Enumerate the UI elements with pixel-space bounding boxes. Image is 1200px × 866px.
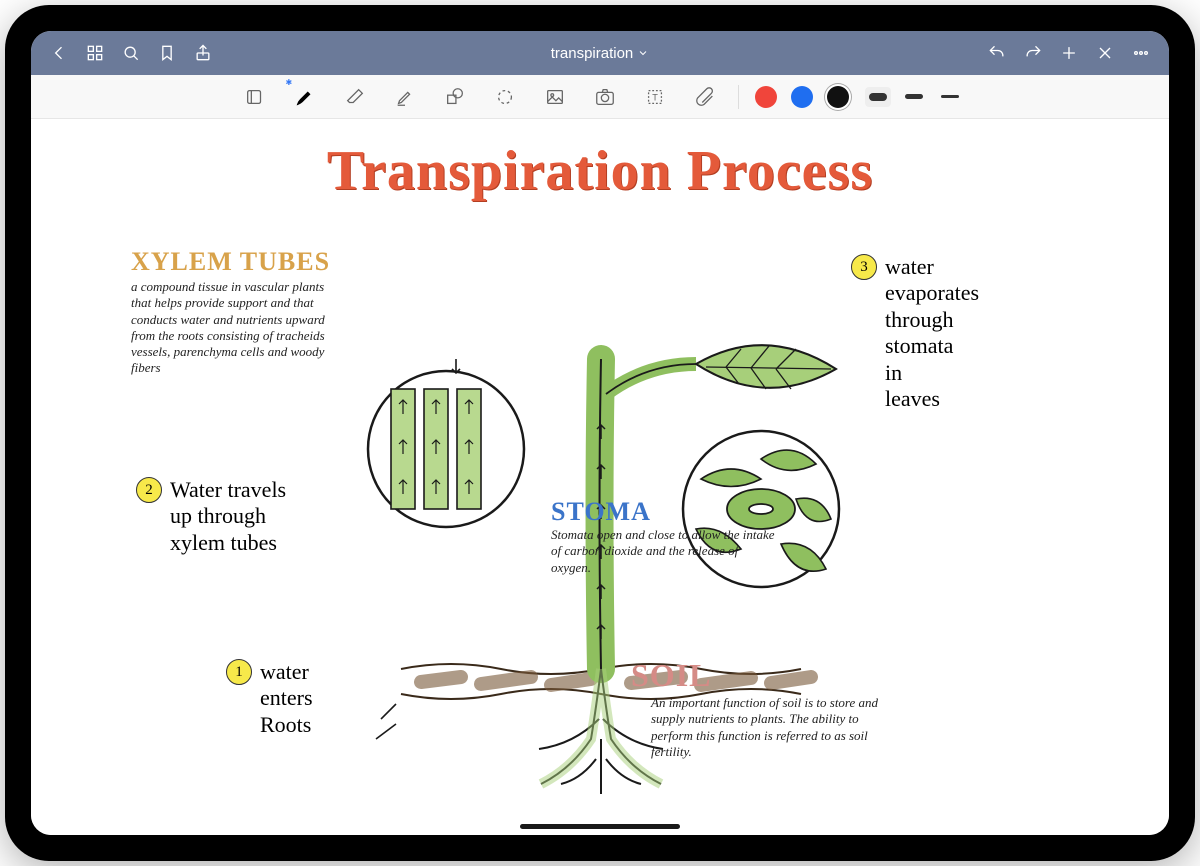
document-title-area[interactable]: transpiration: [223, 45, 977, 62]
close-button[interactable]: [1089, 37, 1121, 69]
soil-heading: SOIL: [631, 657, 711, 694]
attachment-tool[interactable]: [688, 80, 722, 114]
color-swatch-blue[interactable]: [791, 86, 813, 108]
bluetooth-indicator-icon: ✱: [286, 78, 293, 87]
step-2-badge: 2: [136, 477, 162, 503]
note-title: Transpiration Process: [31, 139, 1169, 203]
camera-tool[interactable]: [588, 80, 622, 114]
step-3-badge: 3: [851, 254, 877, 280]
image-tool[interactable]: [538, 80, 572, 114]
app-navbar: transpiration: [31, 31, 1169, 75]
stroke-width-thick[interactable]: [865, 87, 891, 107]
redo-button[interactable]: [1017, 37, 1049, 69]
highlighter-tool[interactable]: [388, 80, 422, 114]
add-button[interactable]: [1053, 37, 1085, 69]
color-swatch-black[interactable]: [827, 86, 849, 108]
shapes-tool[interactable]: [438, 80, 472, 114]
stroke-width-palette: [865, 87, 963, 107]
bookmark-button[interactable]: [151, 37, 183, 69]
screen: transpiration: [31, 31, 1169, 835]
undo-button[interactable]: [981, 37, 1013, 69]
stroke-width-medium[interactable]: [901, 87, 927, 107]
step-2-text: Water travels up through xylem tubes: [170, 477, 286, 556]
back-button[interactable]: [43, 37, 75, 69]
step-1: 1 water enters Roots: [226, 659, 313, 738]
ipad-device-frame: transpiration: [5, 5, 1195, 861]
color-palette: [755, 86, 849, 108]
stroke-width-thin[interactable]: [937, 87, 963, 107]
more-button[interactable]: [1125, 37, 1157, 69]
thumbnails-button[interactable]: [79, 37, 111, 69]
read-mode-tool[interactable]: [238, 80, 272, 114]
xylem-heading: XYLEM TUBES: [131, 247, 330, 277]
note-canvas[interactable]: Transpiration Process: [31, 119, 1169, 835]
text-tool[interactable]: T: [638, 80, 672, 114]
home-indicator[interactable]: [520, 824, 680, 829]
toolbar-divider: [738, 85, 739, 109]
share-button[interactable]: [187, 37, 219, 69]
step-1-text: water enters Roots: [260, 659, 313, 738]
document-title: transpiration: [551, 45, 634, 62]
xylem-description: a compound tissue in vascular plants tha…: [131, 279, 341, 377]
step-1-badge: 1: [226, 659, 252, 685]
tool-toolbar: ✱ T: [31, 75, 1169, 119]
eraser-tool[interactable]: [338, 80, 372, 114]
stoma-heading: STOMA: [551, 497, 651, 527]
lasso-tool[interactable]: [488, 80, 522, 114]
step-2: 2 Water travels up through xylem tubes: [136, 477, 286, 556]
pen-tool[interactable]: ✱: [288, 80, 322, 114]
search-button[interactable]: [115, 37, 147, 69]
color-swatch-red[interactable]: [755, 86, 777, 108]
step-3: 3 water evaporates through stomata in le…: [851, 254, 979, 412]
soil-description: An important function of soil is to stor…: [651, 695, 891, 760]
step-3-text: water evaporates through stomata in leav…: [885, 254, 979, 412]
svg-text:T: T: [652, 92, 658, 102]
stoma-description: Stomata open and close to allow the inta…: [551, 527, 781, 576]
